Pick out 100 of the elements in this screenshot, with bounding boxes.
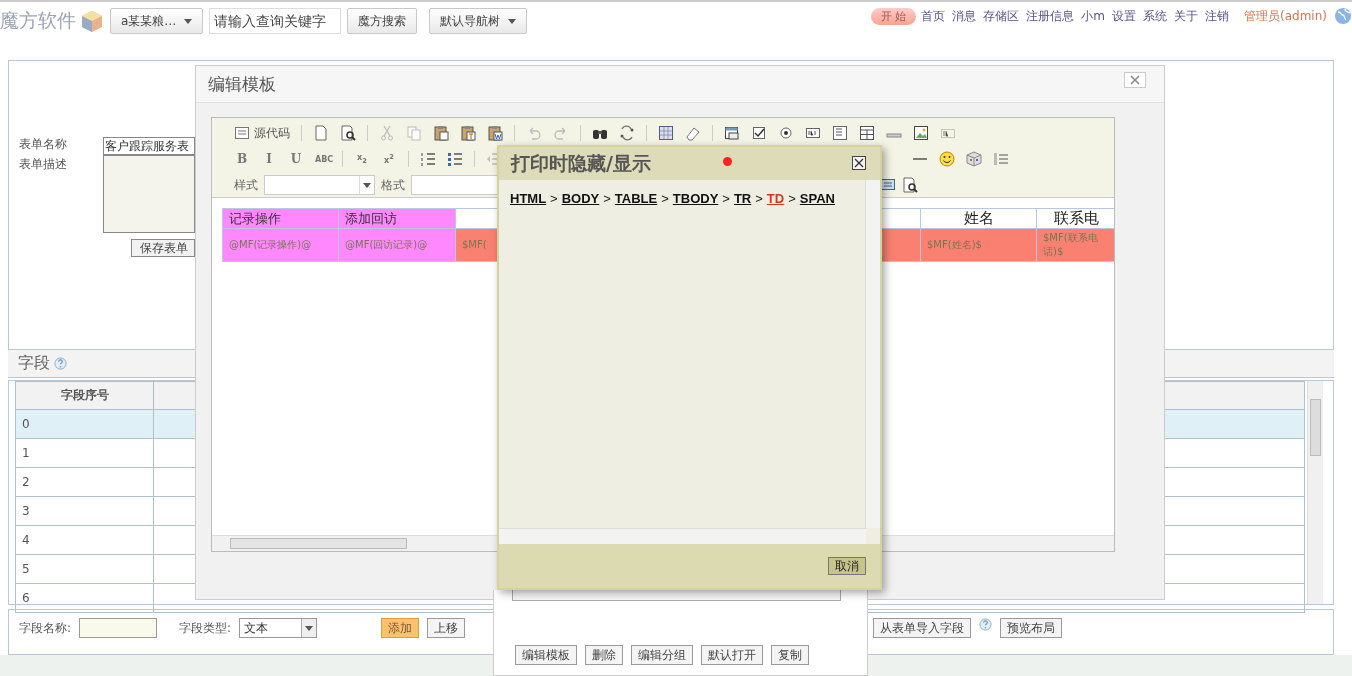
clipboard-icon[interactable] <box>487 125 503 141</box>
format-button[interactable]: ABC <box>315 154 331 164</box>
breadcrumb-separator: > <box>722 191 730 206</box>
source-code-button[interactable]: 源代码 <box>234 124 290 142</box>
format-button[interactable]: x$_{2}$ <box>354 153 370 165</box>
form-name-label: 表单名称 <box>19 137 68 151</box>
user-name[interactable]: 管理员(admin) <box>1244 7 1327 25</box>
nav-link[interactable]: 关于 <box>1174 7 1199 25</box>
form-description-label: 表单描述 <box>19 157 68 171</box>
numbered-list-icon[interactable] <box>420 151 436 167</box>
search-button[interactable]: 魔方搜索 <box>347 8 418 34</box>
globe-icon[interactable] <box>1334 7 1352 25</box>
format-button[interactable]: U <box>288 152 304 166</box>
table-cell: 4 <box>15 525 154 555</box>
eraser-icon[interactable] <box>685 125 701 141</box>
dot-icon <box>723 157 732 166</box>
nav-link[interactable]: 首页 <box>921 7 946 25</box>
template-action-button[interactable]: 编辑模板 <box>515 645 577 665</box>
import-fields-button[interactable]: 从表单导入字段 <box>873 618 972 638</box>
popup-title: 打印时隐藏/显示 <box>511 150 651 176</box>
breadcrumb-link[interactable]: TABLE <box>614 191 658 206</box>
nav-link[interactable]: 消息 <box>952 7 977 25</box>
help-icon[interactable] <box>979 618 993 631</box>
breadcrumb-separator: > <box>603 191 611 206</box>
template-action-button[interactable]: 编辑分组 <box>631 645 693 665</box>
scrollbar[interactable] <box>865 180 880 528</box>
form-icon[interactable] <box>859 125 875 141</box>
template-cell[interactable]: 联系电 <box>1036 208 1114 229</box>
scrollbar[interactable] <box>499 528 866 544</box>
table-cell: 3 <box>15 496 154 526</box>
field-action-button[interactable]: 上移 <box>427 618 466 638</box>
template-action-button[interactable]: 默认打开 <box>701 645 763 665</box>
nav-link[interactable]: 注销 <box>1205 7 1230 25</box>
indent-icon[interactable] <box>993 151 1009 167</box>
table-cell: 2 <box>15 467 154 497</box>
field-type-label: 字段类型: <box>179 620 232 637</box>
navigation-dropdown[interactable]: 默认导航树 <box>429 8 528 34</box>
breadcrumb-separator: > <box>550 191 558 206</box>
breadcrumb-link[interactable]: HTML <box>510 191 547 206</box>
form-description-field[interactable] <box>103 155 195 233</box>
window-icon[interactable] <box>724 125 740 141</box>
preview-layout-button[interactable]: 预览布局 <box>1000 618 1063 638</box>
cancel-button[interactable]: 取消 <box>828 557 866 575</box>
template-action-button[interactable]: 复制 <box>771 645 809 665</box>
image-icon[interactable] <box>913 125 929 141</box>
style-label: 样式 <box>234 176 258 194</box>
clipboard-icon[interactable] <box>433 125 449 141</box>
field-name-field[interactable] <box>79 618 158 638</box>
nav-link[interactable]: 系统 <box>1143 7 1168 25</box>
field-name-label: 字段名称: <box>19 620 72 637</box>
close-button[interactable] <box>852 156 866 170</box>
magnifier-page-icon[interactable] <box>902 177 918 193</box>
nav-link[interactable]: 存储区 <box>983 7 1020 25</box>
format-button[interactable]: B <box>234 152 250 166</box>
dataset-dropdown[interactable]: a某某粮… <box>110 8 204 34</box>
format-label: 格式 <box>381 176 405 194</box>
radio-icon[interactable] <box>778 125 794 141</box>
document-icon <box>234 125 250 141</box>
close-icon <box>1130 75 1140 85</box>
help-icon[interactable] <box>54 357 67 370</box>
section-title: 字段 <box>18 353 50 374</box>
checkbox-icon[interactable] <box>751 125 767 141</box>
field-action-button[interactable]: 添加 <box>381 618 420 638</box>
bulleted-list-icon[interactable] <box>447 151 463 167</box>
search-field[interactable]: 请输入查询关键字 <box>209 8 342 34</box>
breadcrumb-link[interactable]: TR <box>733 191 752 206</box>
save-form-button[interactable]: 保存表单 <box>131 239 195 257</box>
form-name-field[interactable]: 客户跟踪服务表 <box>103 137 195 155</box>
text-area-icon[interactable] <box>832 125 848 141</box>
page-icon[interactable] <box>313 125 329 141</box>
breadcrumb-link[interactable]: TBODY <box>672 191 719 206</box>
template-cell[interactable]: 记录操作 <box>222 208 339 229</box>
breadcrumb-link[interactable]: TD <box>766 191 785 206</box>
nav-link[interactable]: 注册信息 <box>1026 7 1075 25</box>
table-cell: 5 <box>15 554 154 584</box>
breadcrumb-link[interactable]: SPAN <box>799 191 835 206</box>
nav-link[interactable]: 设置 <box>1112 7 1137 25</box>
format-button[interactable]: I <box>261 152 277 166</box>
magnifier-page-icon[interactable] <box>340 125 356 141</box>
replace-icon[interactable] <box>619 125 635 141</box>
field-type-dropdown[interactable]: 文本 <box>239 618 318 638</box>
scrollbar[interactable] <box>1307 381 1323 604</box>
close-icon <box>853 157 865 169</box>
smiley-icon[interactable] <box>939 151 955 167</box>
breadcrumb-link[interactable]: BODY <box>561 191 600 206</box>
clipboard-icon[interactable] <box>460 125 476 141</box>
template-action-button[interactable]: 删除 <box>585 645 623 665</box>
table-cell: 1 <box>15 438 154 468</box>
cube-icon[interactable] <box>966 151 982 167</box>
app-logo: 魔方软件 <box>0 8 76 33</box>
format-button[interactable]: x$^{2}$ <box>381 153 397 165</box>
breadcrumb-separator: > <box>755 191 763 206</box>
breadcrumb-separator: > <box>661 191 669 206</box>
grid-icon[interactable] <box>658 125 674 141</box>
nav-link[interactable]: 小m <box>1081 7 1106 25</box>
template-cell[interactable]: 姓名 <box>920 208 1037 229</box>
column-header: 字段序号 <box>15 381 154 410</box>
text-field[interactable] <box>512 590 841 601</box>
template-cell[interactable]: 添加回访 <box>338 208 456 229</box>
text-field-icon[interactable] <box>805 125 821 141</box>
